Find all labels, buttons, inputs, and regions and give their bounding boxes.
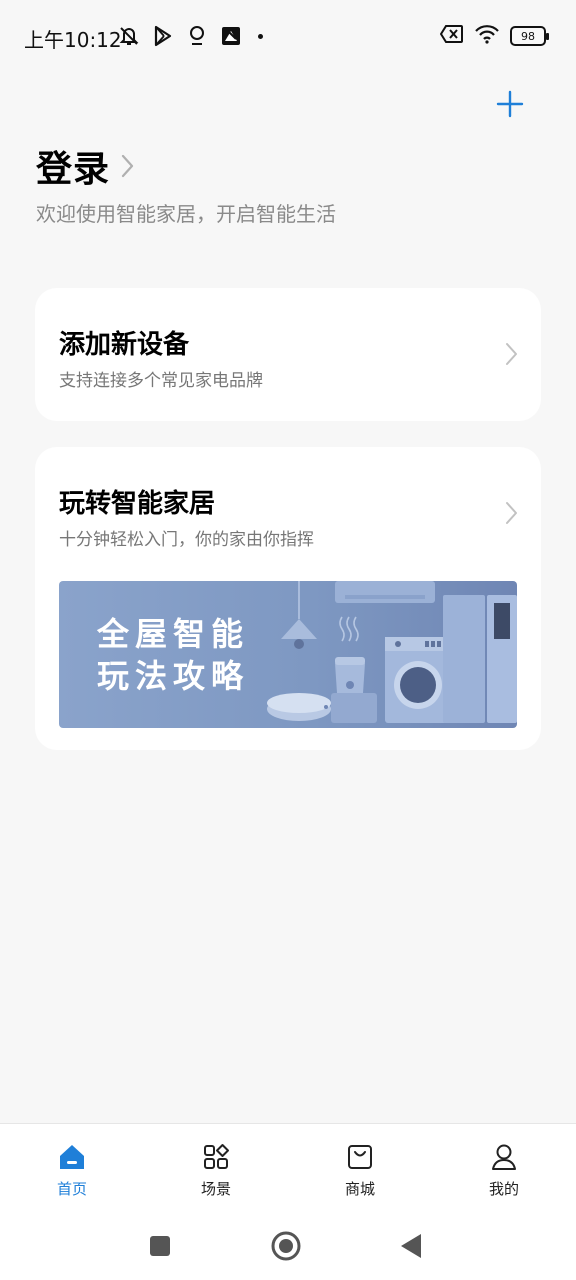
back-triangle-icon[interactable]	[399, 1232, 423, 1260]
login-title: 登录	[36, 149, 111, 190]
profile-icon	[492, 1144, 516, 1170]
smart-home-guide-description: 十分钟轻松入门，你的家由你指挥	[59, 530, 314, 550]
add-device-description: 支持连接多个常见家电品牌	[59, 371, 263, 391]
banner-line-1: 全屋智能	[97, 615, 250, 653]
play-store-icon	[152, 25, 174, 47]
smart-home-guide-title: 玩转智能家居	[59, 489, 216, 519]
mute-bell-icon	[118, 25, 140, 47]
bottom-nav: 首页 场景 商城 我的	[0, 1123, 576, 1215]
sim-error-icon	[439, 24, 464, 48]
recent-apps-icon[interactable]	[148, 1234, 172, 1258]
nav-item-home[interactable]: 首页	[0, 1124, 144, 1215]
status-icons-left	[118, 25, 263, 47]
system-nav-bar	[0, 1215, 576, 1280]
plus-icon	[496, 90, 524, 118]
nav-label-scenes: 场景	[200, 1180, 231, 1198]
chevron-right-icon	[506, 343, 517, 365]
chevron-right-icon	[506, 502, 517, 524]
status-icons-right: 98	[439, 24, 549, 48]
nav-item-profile[interactable]: 我的	[432, 1124, 576, 1215]
banner-text: 全屋智能 玩法攻略	[97, 613, 249, 697]
status-bar: 上午10:12 98	[0, 0, 576, 72]
login-subtitle: 欢迎使用智能家居，开启智能生活	[36, 202, 336, 226]
nav-label-mall: 商城	[344, 1180, 375, 1198]
status-time: 上午10:12	[24, 28, 122, 52]
nav-label-profile: 我的	[488, 1180, 519, 1198]
home-icon	[60, 1145, 84, 1169]
chevron-right-icon	[121, 154, 134, 178]
shopping-bag-icon	[348, 1145, 372, 1169]
add-device-card[interactable]: 添加新设备 支持连接多个常见家电品牌	[35, 288, 541, 421]
nav-label-home: 首页	[56, 1180, 87, 1198]
location-pin-icon	[186, 25, 208, 47]
add-button[interactable]	[492, 86, 528, 122]
scenes-grid-icon	[204, 1144, 229, 1169]
app-notification-icon	[220, 25, 242, 47]
smart-home-guide-card: 玩转智能家居 十分钟轻松入门，你的家由你指挥 全屋智能 玩法攻略	[35, 447, 541, 750]
smart-home-guide-header[interactable]: 玩转智能家居 十分钟轻松入门，你的家由你指挥	[35, 447, 541, 557]
home-circle-icon[interactable]	[270, 1230, 302, 1262]
banner-line-2: 玩法攻略	[97, 657, 250, 695]
smart-home-guide-banner[interactable]: 全屋智能 玩法攻略	[59, 581, 517, 728]
status-more-dot	[258, 33, 263, 39]
smart-home-screen: 上午10:12 98 登录 欢迎使用智能家居，开启智能生活 添加新设备 支持连接…	[0, 0, 576, 1280]
wifi-icon	[474, 24, 500, 48]
login-link[interactable]: 登录	[36, 140, 136, 192]
add-device-title: 添加新设备	[59, 330, 190, 360]
nav-item-mall[interactable]: 商城	[288, 1124, 432, 1215]
nav-item-scenes[interactable]: 场景	[144, 1124, 288, 1215]
battery-icon: 98	[510, 26, 549, 46]
